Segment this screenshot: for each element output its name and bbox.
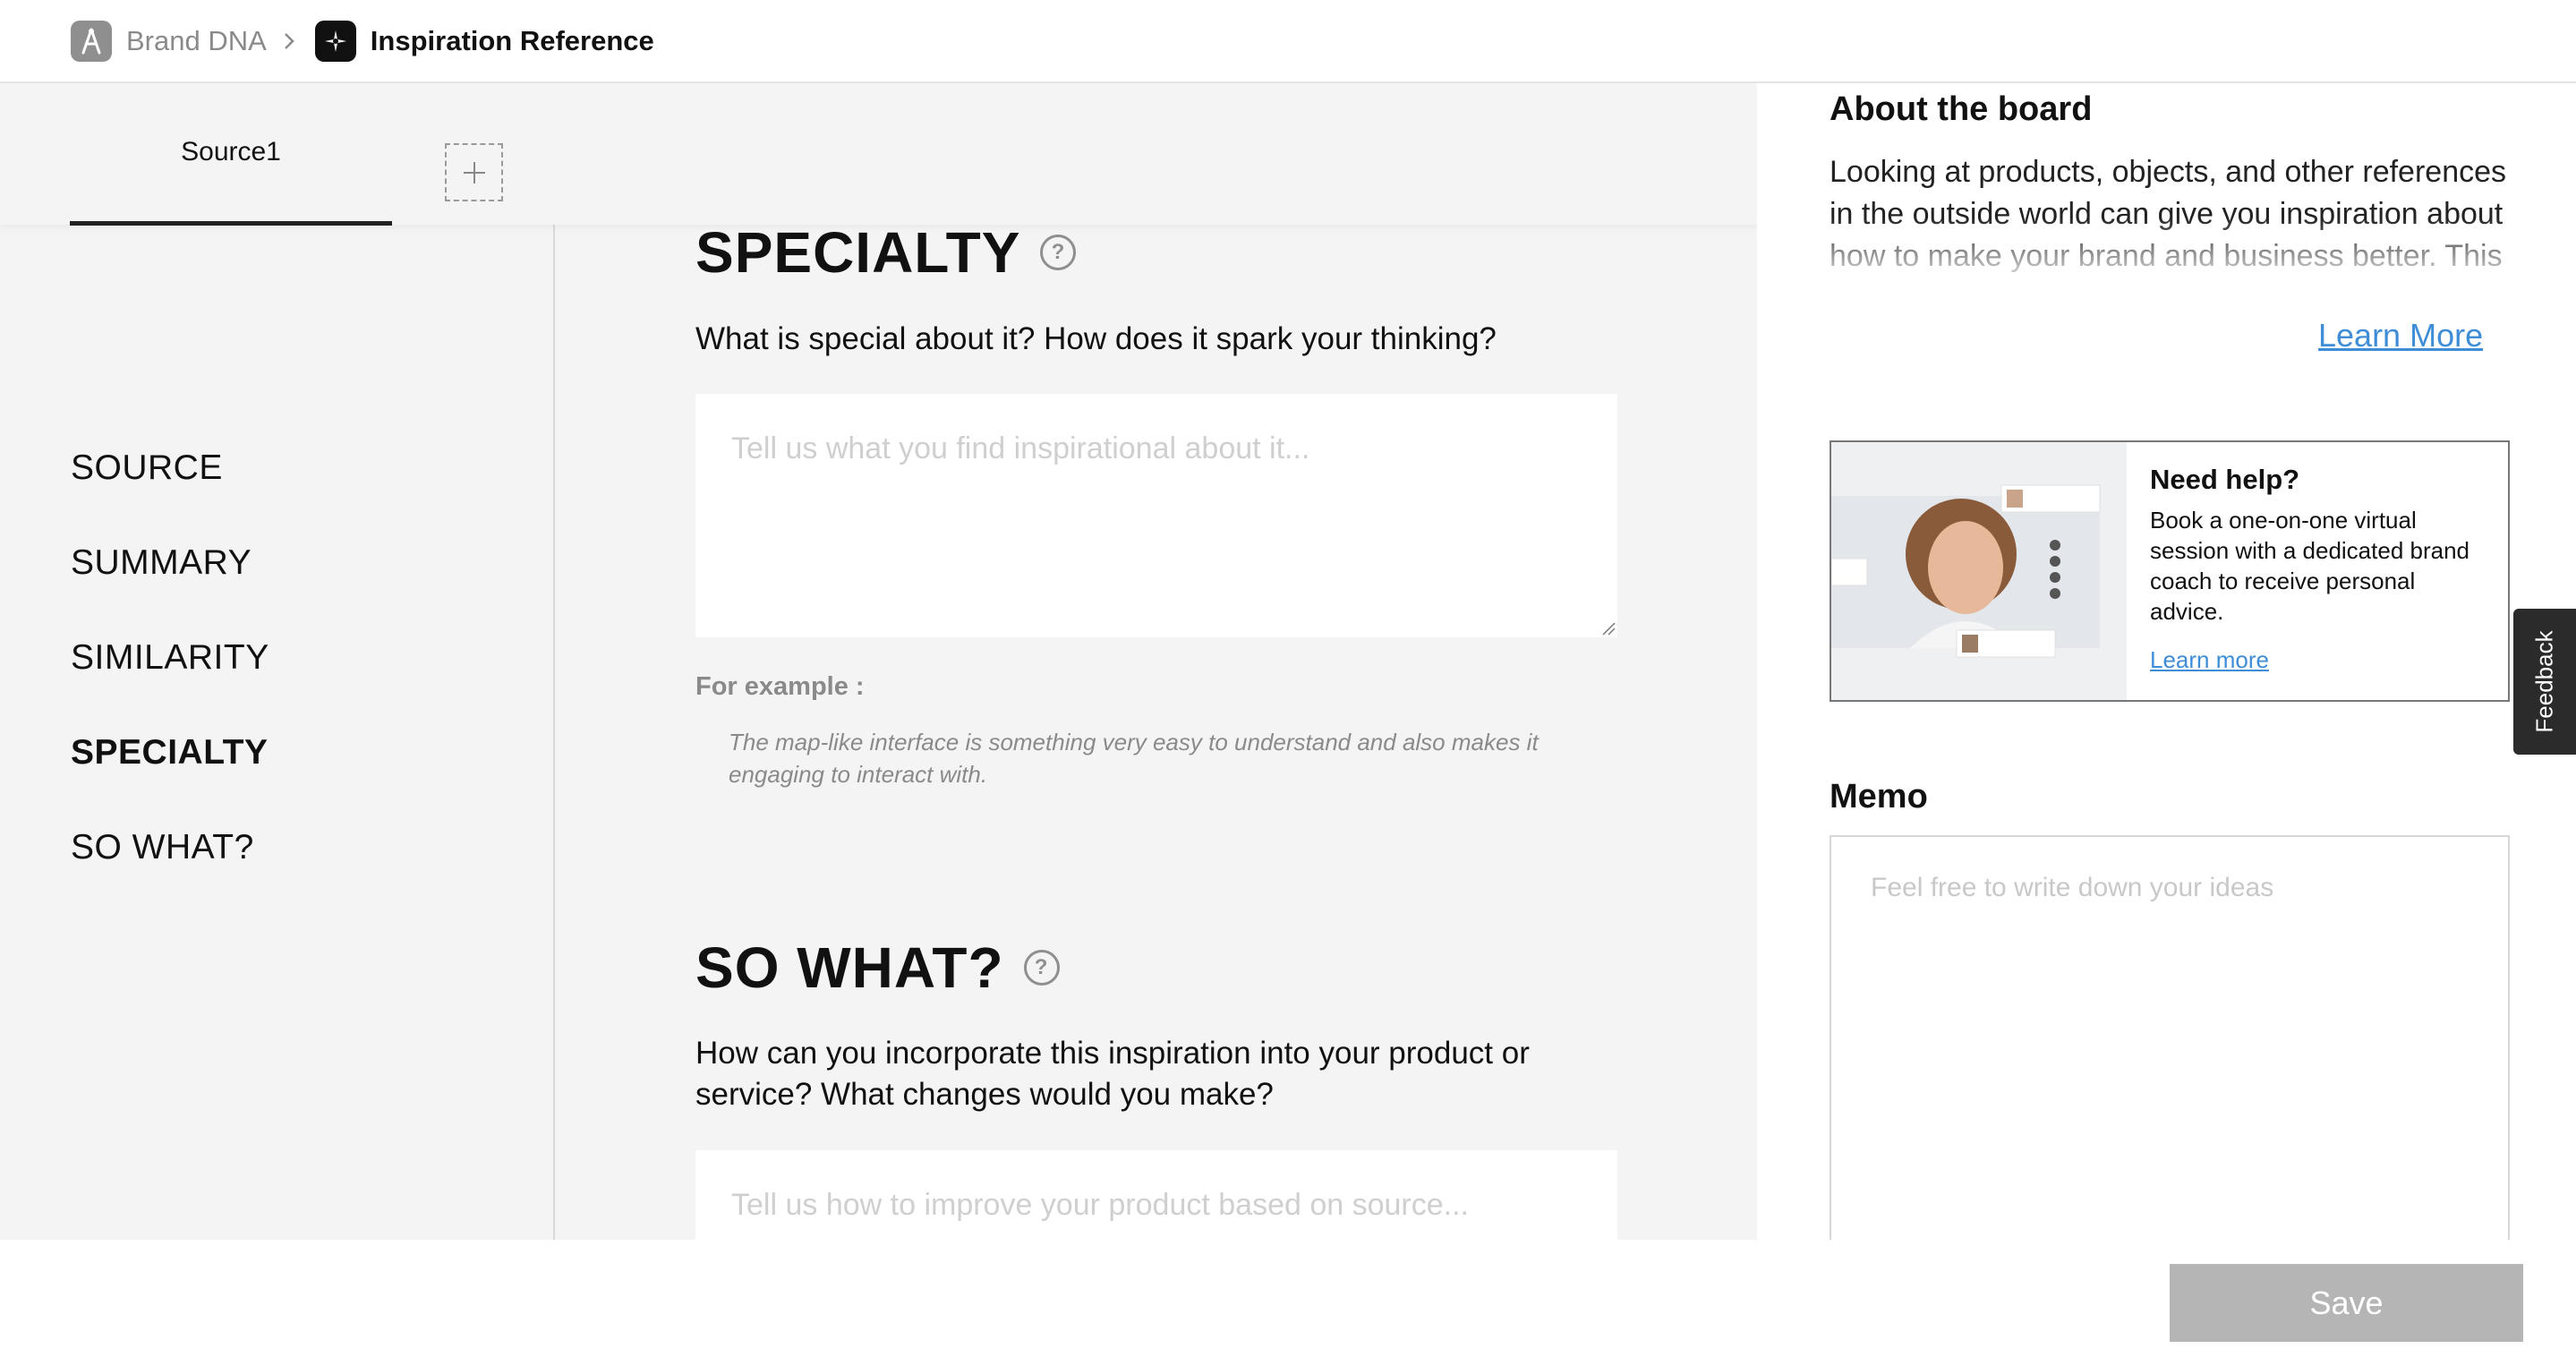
specialty-answer-input[interactable]: Tell us what you find inspirational abou…	[695, 394, 1617, 637]
so-what-placeholder: Tell us how to improve your product base…	[731, 1188, 1469, 1222]
help-card: Need help? Book a one-on-one virtual ses…	[1830, 440, 2510, 702]
breadcrumb-parent[interactable]: Brand DNA	[126, 25, 267, 57]
specialty-question: What is special about it? How does it sp…	[695, 321, 1497, 356]
about-title: About the board	[1830, 90, 2093, 128]
editor-area: Source1 SOURCE SUMMARY SIMILARITY SPECIA…	[0, 83, 1757, 1240]
specialty-title-text: SPECIALTY	[695, 220, 1021, 285]
help-card-learn-more-link[interactable]: Learn more	[2150, 646, 2269, 674]
help-card-title: Need help?	[2150, 464, 2300, 495]
nav-item-summary[interactable]: SUMMARY	[71, 543, 252, 583]
specialty-section-title: SPECIALTY ?	[695, 219, 1077, 286]
chevron-right-icon	[283, 31, 295, 51]
nav-item-similarity[interactable]: SIMILARITY	[71, 638, 269, 678]
footer: Save	[0, 1240, 2576, 1366]
help-icon[interactable]: ?	[1023, 950, 1060, 986]
help-icon[interactable]: ?	[1040, 235, 1077, 270]
so-what-answer-input[interactable]: Tell us how to improve your product base…	[695, 1150, 1617, 1240]
about-fade	[1830, 218, 2510, 289]
nav-item-so-what[interactable]: SO WHAT?	[71, 828, 254, 867]
feedback-label: Feedback	[2530, 630, 2558, 733]
learn-more-link[interactable]: Learn More	[2318, 317, 2483, 354]
breadcrumb-current: Inspiration Reference	[370, 24, 654, 56]
feedback-button[interactable]: Feedback	[2513, 609, 2576, 755]
tab-source1[interactable]: Source1	[70, 137, 392, 221]
section-nav: SOURCE SUMMARY SIMILARITY SPECIALTY SO W…	[0, 225, 555, 1240]
plus-icon	[463, 161, 485, 184]
memo-input[interactable]: Feel free to write down your ideas	[1830, 835, 2510, 1240]
nav-item-specialty[interactable]: SPECIALTY	[71, 733, 268, 773]
help-card-description: Book a one-on-one virtual session with a…	[2150, 507, 2470, 625]
source-tabbar: Source1	[0, 83, 1757, 226]
coach-video-call-image	[1831, 442, 2127, 700]
inspiration-icon	[314, 20, 356, 62]
save-button[interactable]: Save	[2170, 1264, 2523, 1342]
so-what-section-title: SO WHAT? ?	[695, 935, 1060, 1001]
memo-placeholder: Feel free to write down your ideas	[1871, 873, 2274, 902]
add-source-button[interactable]	[445, 143, 503, 201]
nav-item-source[interactable]: SOURCE	[71, 448, 223, 488]
specialty-placeholder: Tell us what you find inspirational abou…	[731, 431, 1310, 465]
so-what-title-text: SO WHAT?	[695, 935, 1004, 1000]
example-label: For example :	[695, 672, 865, 701]
resize-handle-icon[interactable]	[1599, 619, 1616, 636]
brand-dna-icon[interactable]	[71, 20, 112, 62]
example-text: The map-like interface is something very…	[729, 729, 1539, 788]
active-tab-indicator	[70, 221, 392, 226]
info-panel: About the board Looking at products, obj…	[1757, 83, 2576, 1240]
top-bar: Brand DNA Inspiration Reference	[0, 0, 2576, 83]
so-what-question: How can you incorporate this inspiration…	[695, 1036, 1530, 1112]
memo-title: Memo	[1830, 778, 1928, 815]
